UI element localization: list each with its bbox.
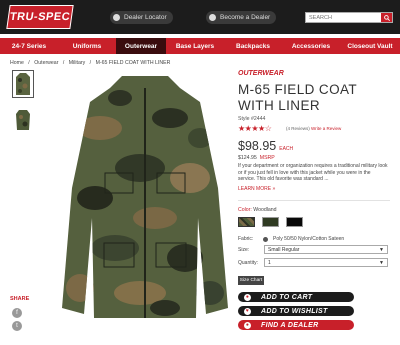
- facebook-icon[interactable]: f: [12, 308, 22, 318]
- product-main-image: [60, 68, 230, 330]
- swatch-black[interactable]: [286, 217, 303, 227]
- find-dealer-label: FIND A DEALER: [261, 321, 319, 329]
- msrp: $124.95 MSRP: [238, 155, 275, 161]
- quantity-select[interactable]: 1 ▼: [264, 258, 388, 267]
- divider: [238, 200, 390, 201]
- jacket-back-thumbnail: [16, 110, 30, 130]
- msrp-label: MSRP: [259, 155, 275, 161]
- reviews-summary: (4 Reviews) Write a Review: [286, 126, 341, 131]
- breadcrumb-military[interactable]: Military: [69, 60, 85, 66]
- size-chart-button[interactable]: Size Chart: [238, 276, 264, 285]
- add-to-wishlist-label: ADD TO WISHLIST: [261, 307, 328, 315]
- thumbnail-list: [12, 70, 36, 142]
- share-label: SHARE: [10, 296, 30, 302]
- quantity-label-row: Quantity:: [238, 260, 258, 266]
- jacket-front-thumbnail: [16, 73, 30, 95]
- color-label: Color: Woodland: [238, 207, 277, 213]
- become-dealer-link[interactable]: Become a Dealer: [206, 11, 277, 24]
- nav-item-24-7-series[interactable]: 24-7 Series: [0, 38, 58, 54]
- become-dealer-label: Become a Dealer: [220, 14, 271, 21]
- swatch-olive[interactable]: [262, 217, 279, 227]
- camo-jacket-image: [62, 76, 228, 318]
- size-select[interactable]: Small Regular ▼: [264, 245, 388, 254]
- price: $98.95 EACH: [238, 139, 293, 153]
- size-value: Small Regular: [268, 246, 300, 253]
- size-label: Size:: [238, 247, 250, 253]
- find-dealer-button[interactable]: ● FIND A DEALER: [238, 320, 354, 330]
- search-box: [305, 12, 393, 23]
- top-bar: TRU-SPEC Dealer Locator Become a Dealer: [0, 0, 400, 34]
- price-suffix: EACH: [279, 146, 294, 152]
- product-title: M-65 FIELD COAT WITH LINER: [238, 82, 357, 113]
- product-category: OUTERWEAR: [238, 70, 284, 77]
- thumbnail-back[interactable]: [12, 106, 34, 134]
- product-description: If your department or organization requi…: [238, 163, 388, 182]
- dealer-locator-link[interactable]: Dealer Locator: [110, 11, 173, 24]
- search-icon: [383, 14, 390, 21]
- msrp-value: $124.95: [238, 155, 257, 161]
- rating-stars[interactable]: ★★★★☆: [238, 124, 272, 133]
- main-nav: 24-7 Series Uniforms Outerwear Base Laye…: [0, 38, 400, 54]
- chevron-down-icon: ▼: [379, 246, 384, 253]
- fabric-row: Fabric: Poly 50/50 Nylon/Cotton Sateen: [238, 236, 344, 242]
- breadcrumb-current: M-65 FIELD COAT WITH LINER: [95, 60, 171, 66]
- nav-item-base-layers[interactable]: Base Layers: [166, 38, 224, 54]
- fabric-label: Fabric:: [238, 236, 254, 242]
- heart-icon: ♥: [244, 307, 251, 315]
- reviews-count[interactable]: (4 Reviews): [286, 126, 310, 131]
- twitter-icon[interactable]: t: [12, 321, 22, 331]
- breadcrumb-sep: /: [62, 60, 65, 66]
- thumbnail-front[interactable]: [12, 70, 34, 98]
- add-to-cart-button[interactable]: ● ADD TO CART: [238, 292, 354, 302]
- breadcrumb: Home / Outerwear / Military / M-65 FIELD…: [10, 60, 173, 66]
- write-review-link[interactable]: Write a Review: [311, 126, 341, 131]
- learn-more-link[interactable]: LEARN MORE »: [238, 186, 275, 192]
- fabric-radio[interactable]: [263, 236, 268, 242]
- fabric-value: Poly 50/50 Nylon/Cotton Sateen: [273, 236, 345, 242]
- breadcrumb-sep: /: [28, 60, 30, 66]
- nav-item-outerwear[interactable]: Outerwear: [116, 38, 166, 54]
- location-pin-icon: [113, 14, 120, 21]
- nav-item-backpacks[interactable]: Backpacks: [224, 38, 282, 54]
- nav-item-uniforms[interactable]: Uniforms: [58, 38, 116, 54]
- size-label-row: Size:: [238, 247, 249, 253]
- brand-logo[interactable]: TRU-SPEC: [6, 5, 74, 29]
- user-icon: [209, 14, 216, 21]
- nav-item-closeout-vault[interactable]: Closeout Vault: [340, 38, 400, 54]
- swatch-woodland[interactable]: [238, 217, 255, 227]
- search-input[interactable]: [306, 14, 376, 21]
- add-to-cart-label: ADD TO CART: [261, 293, 313, 301]
- nav-item-accessories[interactable]: Accessories: [282, 38, 340, 54]
- location-pin-icon: ●: [244, 321, 251, 329]
- quantity-label: Quantity:: [238, 260, 259, 266]
- chevron-down-icon: ▼: [379, 259, 384, 266]
- breadcrumb-outerwear[interactable]: Outerwear: [34, 60, 58, 66]
- quantity-value: 1: [268, 259, 271, 266]
- breadcrumb-home[interactable]: Home: [10, 60, 24, 66]
- price-value: $98.95: [238, 139, 277, 153]
- product-style-number: Style #2444: [238, 116, 266, 122]
- search-button[interactable]: [381, 13, 392, 22]
- add-to-wishlist-button[interactable]: ♥ ADD TO WISHLIST: [238, 306, 354, 316]
- dealer-locator-label: Dealer Locator: [124, 14, 167, 21]
- color-value: Woodland: [253, 207, 277, 213]
- cart-icon: ●: [244, 293, 251, 301]
- color-label-text: Color:: [238, 207, 252, 213]
- breadcrumb-sep: /: [89, 60, 92, 66]
